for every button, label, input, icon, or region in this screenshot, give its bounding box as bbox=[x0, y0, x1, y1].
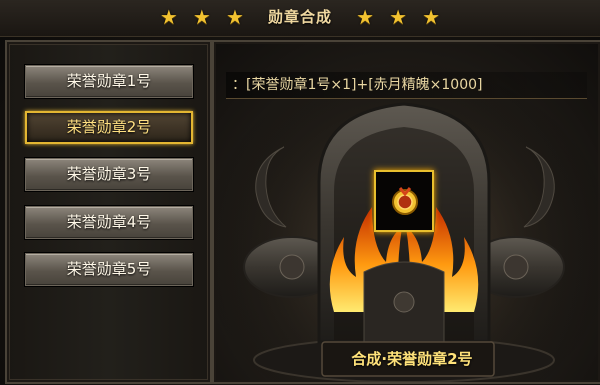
synthesis-panel: ：[荣誉勋章1号×1]+[赤月精魄×1000] 合成·荣誉勋章2号 bbox=[212, 40, 600, 384]
result-item-name: 合成·荣誉勋章2号 bbox=[351, 350, 473, 368]
title-bar: ★ ★ ★ 勋章合成 ★ ★ ★ bbox=[0, 0, 600, 37]
result-item-slot[interactable] bbox=[374, 170, 434, 232]
medal-button-3[interactable]: 荣誉勋章3号 bbox=[25, 158, 193, 191]
recipe-text: ：[荣誉勋章1号×1]+[赤月精魄×1000] bbox=[226, 72, 587, 99]
star-icon: ★ bbox=[389, 4, 408, 29]
star-icon: ★ bbox=[422, 4, 441, 29]
medal-synthesis-window: ★ ★ ★ 勋章合成 ★ ★ ★ 荣誉勋章1号 荣誉勋章2号 荣誉勋章3号 荣誉… bbox=[0, 0, 600, 385]
star-icon: ★ bbox=[159, 4, 178, 29]
medal-button-2[interactable]: 荣誉勋章2号 bbox=[25, 111, 193, 144]
star-icon: ★ bbox=[356, 4, 375, 29]
window-title: 勋章合成 bbox=[267, 8, 332, 26]
medal-button-4[interactable]: 荣誉勋章4号 bbox=[25, 206, 193, 239]
medal-button-5[interactable]: 荣誉勋章5号 bbox=[25, 253, 193, 286]
medal-button-1[interactable]: 荣誉勋章1号 bbox=[25, 65, 193, 98]
star-icon: ★ bbox=[225, 4, 244, 29]
star-icon: ★ bbox=[192, 4, 211, 29]
medal-icon bbox=[392, 187, 418, 215]
medal-list-panel: 荣誉勋章1号 荣誉勋章2号 荣誉勋章3号 荣誉勋章4号 荣誉勋章5号 bbox=[5, 40, 212, 384]
